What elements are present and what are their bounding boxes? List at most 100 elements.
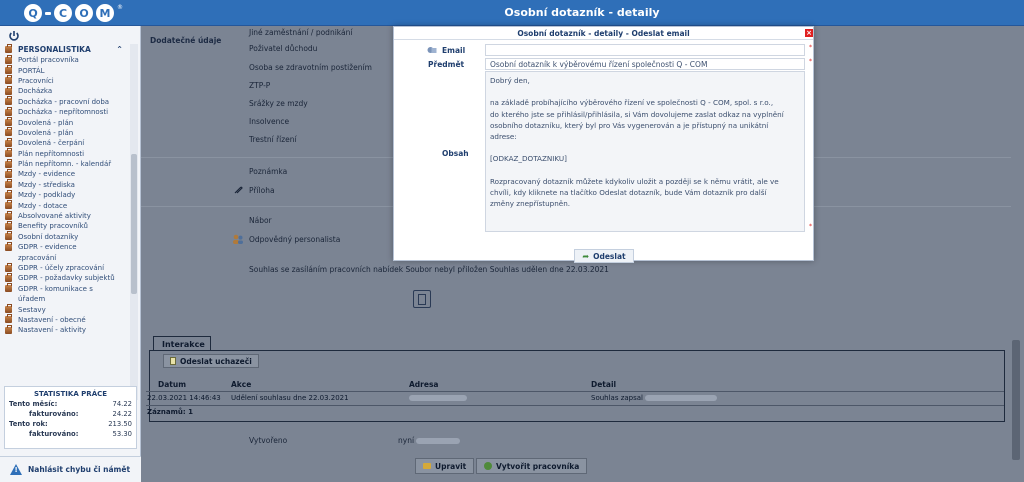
sidebar-item[interactable]: Absolvované aktivity [5,210,129,221]
briefcase-icon [5,200,12,210]
sidebar-item-label: Docházka - nepřítomnosti [18,108,109,117]
sidebar-section-personalistika[interactable]: PERSONALISTIKA ⌃ [5,44,129,55]
sidebar-item-label: úřadem [18,295,46,304]
logo-q: Q [24,4,42,22]
folder-icon [423,463,431,469]
paperclip-icon [234,186,243,194]
close-icon[interactable]: × [805,29,813,37]
briefcase-icon [5,262,12,272]
sidebar-item[interactable]: Docházka - pracovní doba [5,96,129,107]
sidebar-item-label: Nastavení - aktivity [18,326,87,335]
cell-detail: Souhlas zapsal [591,394,718,402]
sidebar-item[interactable]: Nastavení - aktivity [5,324,129,335]
company-logo[interactable]: Q C O M ® [24,4,123,22]
cell-address [409,394,467,402]
chevron-up-icon[interactable]: ⌃ [116,45,123,54]
redacted-value [416,438,461,444]
sidebar-item-label: Dovolená - plán [18,128,74,137]
sidebar-item[interactable]: Sestavy [5,304,129,314]
stat-row: fakturováno: 53.30 [29,430,132,438]
sidebar-item[interactable]: Portál pracovníka [5,54,129,65]
body-textarea[interactable]: Dobrý den, na základě probíhajícího výbě… [485,71,805,232]
power-icon[interactable] [8,30,20,42]
briefcase-icon [5,324,12,334]
scrollbar-thumb[interactable] [131,154,137,294]
briefcase-icon [5,148,12,158]
field-responsible: Odpovědný personalista [249,235,341,244]
pdf-download-button[interactable] [413,290,431,308]
stat-row: Tento měsíc: 74.22 [9,400,132,408]
send-arrow-icon: ➦ [582,251,590,261]
sidebar-item[interactable]: Plán nepřítomn. - kalendář [5,158,129,169]
sidebar-item[interactable]: Benefity pracovníků [5,220,129,231]
briefcase-icon [5,314,12,324]
sidebar-item[interactable]: Docházka - nepřítomnosti [5,106,129,117]
field-pension: Poživatel důchodu [249,44,318,53]
pdf-icon [418,293,426,305]
main-scrollbar[interactable] [1012,340,1020,460]
sidebar-item[interactable]: Docházka [5,85,129,96]
body-label: Obsah [442,149,469,158]
required-marker: * [809,58,812,65]
sidebar-item[interactable]: zpracování [5,252,129,262]
sidebar-scrollbar[interactable] [130,44,138,400]
sidebar-item-label: Plán nepřítomnosti [18,149,85,158]
sidebar-item-label: Sestavy [18,305,46,314]
email-icon [427,47,437,53]
sidebar-item-label: GDPR - účely zpracování [18,264,105,272]
sidebar-item[interactable]: Mzdy - podklady [5,189,129,200]
sidebar-item-label: GDPR - požadavky subjektů [18,274,115,283]
sidebar-item[interactable]: Dovolená - čerpání [5,137,129,148]
sidebar-item-label: Portál pracovníka [18,56,79,65]
sidebar-item[interactable]: úřadem [5,294,129,304]
send-button[interactable]: ➦ Odeslat [574,249,634,263]
sidebar-item[interactable]: Pracovníci [5,75,129,86]
stat-row: fakturováno: 24.22 [29,410,132,418]
sidebar-item-label: Plán nepřítomn. - kalendář [18,160,112,169]
sidebar-item[interactable]: Nastavení - obecné [5,314,129,325]
sidebar-item[interactable]: Mzdy - dotace [5,200,129,210]
edit-label: Upravit [435,461,467,471]
record-count: Záznamů: 1 [147,408,193,416]
sidebar-item[interactable]: PORTÁL [5,65,129,75]
sidebar-item[interactable]: Dovolená - plán [5,117,129,127]
send-email-dialog: Osobní dotazník - detaily - Odeslat emai… [393,26,814,263]
briefcase-icon [5,158,12,168]
sidebar: PERSONALISTIKA ⌃ Portál pracovníka PORTÁL… [0,26,141,482]
tab-interactions[interactable]: Interakce [153,336,211,351]
send-to-candidate-button[interactable]: Odeslat uchazeči [163,354,259,368]
col-date[interactable]: Datum [158,380,186,389]
sidebar-item[interactable]: GDPR - požadavky subjektů [5,272,129,283]
briefcase-icon [5,241,12,251]
email-input[interactable] [485,44,805,56]
footer [141,476,1024,482]
logo-dash [45,11,51,15]
sidebar-item[interactable]: Mzdy - evidence [5,168,129,179]
sidebar-item[interactable]: Mzdy - střediska [5,179,129,190]
edit-button[interactable]: Upravit [415,458,475,474]
briefcase-icon [5,231,12,241]
briefcase-icon [5,210,12,220]
subject-input[interactable]: Osobní dotazník k výběrovému řízení spol… [485,58,805,70]
create-employee-button[interactable]: Vytvořit pracovníka [476,458,588,474]
sidebar-item[interactable]: Plán nepřítomnosti [5,148,129,159]
dialog-title: Osobní dotazník - detaily - Odeslat emai… [394,27,813,40]
sidebar-item[interactable]: GDPR - evidence [5,241,129,252]
sidebar-menu: PERSONALISTIKA ⌃ Portál pracovníka PORTÁL… [5,44,129,400]
sidebar-item[interactable]: GDPR - účely zpracování [5,262,129,273]
sidebar-item-label: Pracovníci [18,76,54,85]
sidebar-item[interactable]: GDPR - komunikace s [5,283,129,294]
send-label: Odeslat [593,251,626,261]
briefcase-icon [5,44,12,53]
sidebar-item-label: Dovolená - čerpání [18,139,85,148]
document-icon [170,357,176,365]
sidebar-item-label: Nastavení - obecné [18,315,86,324]
sidebar-item[interactable]: Dovolená - plán [5,127,129,138]
sidebar-item-label: zpracování [18,253,57,262]
sidebar-item-label: Mzdy - evidence [18,170,76,179]
cell-action: Udělení souhlasu dne 22.03.2021 [231,394,349,402]
sidebar-item[interactable]: Osobní dotazníky [5,231,129,242]
briefcase-icon [5,96,12,106]
briefcase-icon [5,272,12,282]
report-bug-link[interactable]: Nahlásit chybu či námět [0,456,141,482]
